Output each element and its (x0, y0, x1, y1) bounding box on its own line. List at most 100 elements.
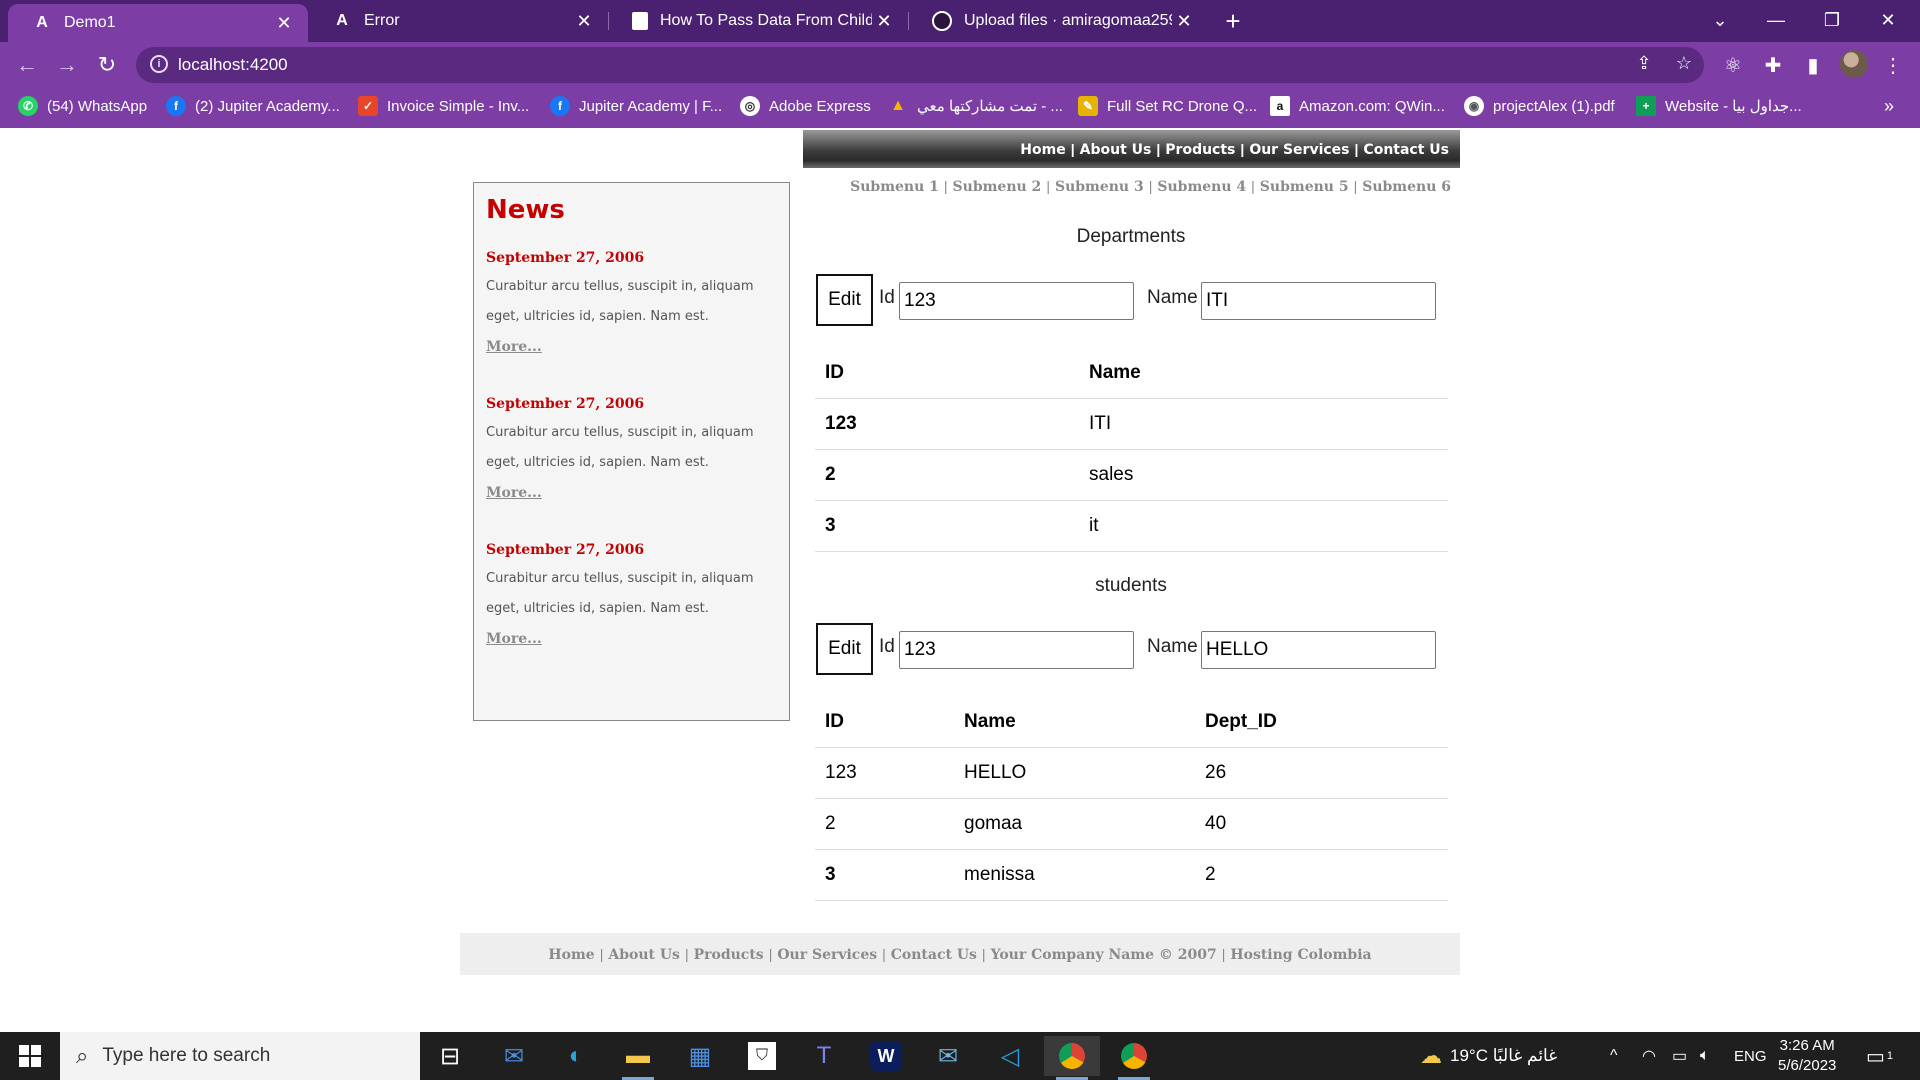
vscode-icon[interactable]: ◁ (982, 1036, 1038, 1076)
webex-icon[interactable]: W (858, 1036, 914, 1076)
new-tab-button[interactable]: + (1218, 6, 1248, 36)
microsoft-store-icon[interactable]: ▦ (672, 1036, 728, 1076)
footer-our-services[interactable]: Our Services (777, 947, 877, 963)
bookmark-rc-drone[interactable]: ✎ Full Set RC Drone Q... (1078, 88, 1257, 124)
table-header-row: ID Name Dept_ID (815, 697, 1448, 748)
file-explorer-icon[interactable]: ▬ (610, 1036, 666, 1080)
submenu-6[interactable]: Submenu 6 (1362, 179, 1451, 195)
close-icon[interactable]: ✕ (1172, 11, 1196, 32)
teams-icon[interactable]: T (796, 1036, 852, 1076)
menu-icon[interactable]: ⋮ (1878, 50, 1908, 80)
mail-icon[interactable]: ✉ (486, 1036, 542, 1076)
students-edit-button[interactable]: Edit (816, 623, 873, 675)
side-panel-icon[interactable]: ▮ (1798, 50, 1828, 80)
footer-contact-us[interactable]: Contact Us (891, 947, 977, 963)
nav-products[interactable]: Products (1165, 142, 1235, 158)
browser-toolbar: ← → ↻ i localhost:4200 ⇪ ☆ ⚛ ✚ ▮ ⋮ (0, 42, 1920, 88)
departments-id-input[interactable] (899, 282, 1134, 320)
bookmark-project-alex[interactable]: ◉ projectAlex (1).pdf (1464, 88, 1615, 124)
forward-button[interactable]: → (52, 50, 82, 80)
bookmark-invoice-simple[interactable]: ✓ Invoice Simple - Inv... (358, 88, 529, 124)
nav-about-us[interactable]: About Us (1080, 142, 1152, 158)
bookmark-label: (2) Jupiter Academy... (195, 97, 340, 115)
share-icon[interactable]: ⇪ (1632, 53, 1656, 77)
students-id-input[interactable] (899, 631, 1134, 669)
windows-taskbar: ⌕ Type here to search ⊟ ✉ ◐ ▬ ▦ ⛉ T W ✉ … (0, 1032, 1920, 1080)
submenu-4[interactable]: Submenu 4 (1157, 179, 1246, 195)
submenu-5[interactable]: Submenu 5 (1260, 179, 1349, 195)
footer-about-us[interactable]: About Us (608, 947, 680, 963)
close-icon[interactable]: ✕ (272, 13, 296, 34)
departments-edit-button[interactable]: Edit (816, 274, 873, 326)
bookmarks-bar: ✆ (54) WhatsApp f (2) Jupiter Academy...… (0, 88, 1920, 128)
minimize-button[interactable]: — (1748, 0, 1804, 40)
bookmark-whatsapp[interactable]: ✆ (54) WhatsApp (18, 88, 147, 124)
tab-error[interactable]: A Error ✕ (308, 0, 608, 42)
extensions-icon[interactable]: ✚ (1758, 50, 1788, 80)
reload-button[interactable]: ↻ (92, 50, 122, 80)
address-bar[interactable]: i localhost:4200 ⇪ ☆ (136, 47, 1704, 83)
back-button[interactable]: ← (12, 50, 42, 80)
react-devtools-icon[interactable]: ⚛ (1718, 50, 1748, 80)
tab-title: Error (364, 12, 400, 29)
taskbar-search[interactable]: ⌕ Type here to search (60, 1032, 420, 1080)
news-item: September 27, 2006 Curabitur arcu tellus… (486, 542, 777, 654)
restore-button[interactable]: ❐ (1804, 0, 1860, 40)
submenu-2[interactable]: Submenu 2 (953, 179, 1042, 195)
tab-search-button[interactable]: ⌄ (1692, 0, 1748, 40)
info-icon[interactable]: i (150, 55, 168, 73)
bookmark-adobe-express[interactable]: ◎ Adobe Express (740, 88, 871, 124)
volume-icon[interactable]: 🔈︎ (1700, 1032, 1710, 1080)
chrome-profile-icon[interactable] (1106, 1036, 1162, 1080)
departments-name-input[interactable] (1201, 282, 1436, 320)
close-icon[interactable]: ✕ (872, 11, 896, 32)
bookmark-amazon[interactable]: a Amazon.com: QWin... (1270, 88, 1445, 124)
students-name-input[interactable] (1201, 631, 1436, 669)
edge-icon[interactable]: ◐ (548, 1036, 604, 1076)
nav-contact-us[interactable]: Contact Us (1363, 142, 1449, 158)
url-text[interactable]: localhost:4200 (178, 55, 288, 75)
table-cell: 2 (815, 449, 1079, 501)
profile-avatar[interactable] (1840, 50, 1868, 78)
clock[interactable]: 3:26 AM 5/6/2023 (1778, 1032, 1836, 1080)
angular-icon: A (336, 12, 348, 29)
show-hidden-icons[interactable]: ^ (1610, 1032, 1618, 1080)
notifications-icon[interactable]: ▭ 1 (1866, 1032, 1893, 1080)
footer-products[interactable]: Products (694, 947, 764, 963)
bookmark-jupiter-academy-f[interactable]: f Jupiter Academy | F... (550, 88, 722, 124)
tab-demo1[interactable]: A Demo1 ✕ (8, 4, 308, 42)
network-icon[interactable]: ◠ (1642, 1032, 1656, 1080)
close-icon[interactable]: ✕ (572, 11, 596, 32)
footer-hosting[interactable]: Hosting Colombia (1230, 947, 1371, 963)
table-cell: it (1079, 500, 1448, 552)
nav-home[interactable]: Home (1020, 142, 1065, 158)
close-window-button[interactable]: ✕ (1860, 0, 1916, 40)
footer-home[interactable]: Home (548, 947, 594, 963)
chrome-icon[interactable] (1044, 1036, 1100, 1080)
news-more-link[interactable]: More... (486, 624, 542, 654)
submenu-1[interactable]: Submenu 1 (850, 179, 939, 195)
submenu-3[interactable]: Submenu 3 (1055, 179, 1144, 195)
bookmark-label: Amazon.com: QWin... (1299, 97, 1445, 115)
weather-widget[interactable]: ☁ 19°C غائم غالبًا (1420, 1032, 1557, 1080)
tab-how-to-pass-data[interactable]: How To Pass Data From Child To ✕ (608, 0, 908, 42)
outlook-icon[interactable]: ✉ (920, 1036, 976, 1076)
nav-our-services[interactable]: Our Services (1249, 142, 1349, 158)
bookmark-website-sheets[interactable]: + Website - جداول بيا... (1636, 88, 1802, 124)
language-indicator[interactable]: ENG (1734, 1032, 1767, 1080)
bookmark-shared-with-me[interactable]: ▲ تمت مشاركتها معي - ... (888, 88, 1063, 124)
battery-icon[interactable]: ▭ (1672, 1032, 1687, 1080)
app-icon[interactable]: ⛉ (734, 1036, 790, 1076)
amazon-icon: a (1270, 96, 1290, 116)
news-more-link[interactable]: More... (486, 478, 542, 508)
tab-upload-files[interactable]: Upload files · amiragomaa2597/ ✕ (908, 0, 1208, 42)
more-bookmarks-button[interactable]: » (1884, 88, 1894, 124)
news-more-link[interactable]: More... (486, 332, 542, 362)
start-button[interactable] (0, 1032, 60, 1080)
star-icon[interactable]: ☆ (1672, 53, 1696, 77)
task-view-icon[interactable]: ⊟ (422, 1036, 478, 1076)
students-name-label: Name (1147, 636, 1198, 657)
bookmark-jupiter-academy[interactable]: f (2) Jupiter Academy... (166, 88, 340, 124)
students-id-label: Id (879, 636, 895, 657)
table-cell: 123 (815, 747, 954, 799)
